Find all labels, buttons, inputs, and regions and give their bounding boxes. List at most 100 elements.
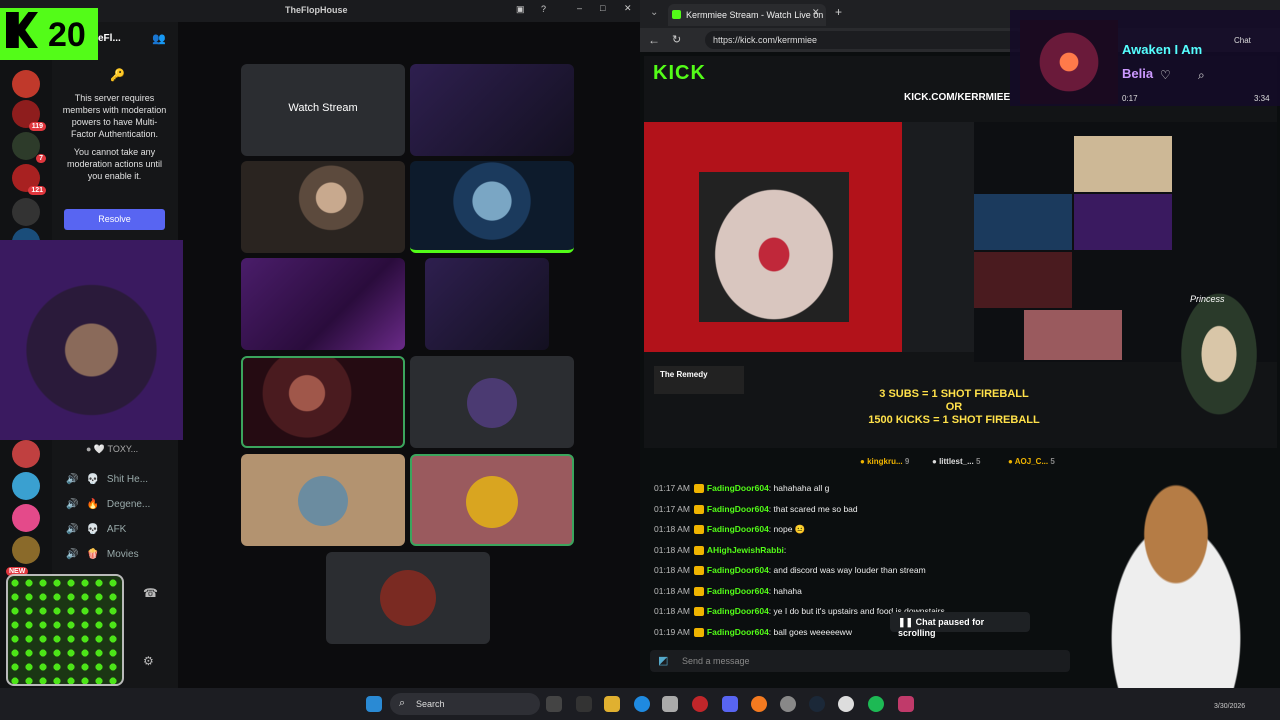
server-icon[interactable]: 7 [12, 132, 46, 163]
file-explorer-icon[interactable] [604, 696, 620, 712]
clock-date: 3/30/2026 [1214, 703, 1246, 710]
track-title: Awaken I Am [1122, 42, 1203, 57]
back-icon[interactable]: ← [648, 33, 660, 47]
resolve-button[interactable]: Resolve [64, 209, 165, 230]
kick-logo: KICK [653, 62, 706, 84]
spotify-icon[interactable] [868, 696, 884, 712]
key-icon: 🔑 [110, 68, 125, 82]
minimize-icon[interactable]: – [577, 3, 582, 13]
chat-message: 01:17 AM FadingDoor604: hahahaha all g [654, 483, 830, 494]
bear-mascot-overlay [1076, 462, 1276, 688]
voice-channel[interactable]: 🔊 💀 AFK [66, 524, 126, 535]
video-tile[interactable] [410, 356, 574, 448]
close-tab-icon[interactable]: ✕ [812, 7, 820, 18]
leader-item[interactable]: ● kingkru... 9 [860, 457, 909, 466]
video-tile[interactable] [241, 161, 405, 253]
search-icon[interactable]: ⌕ [1198, 68, 1205, 83]
track-artist: Belia [1122, 66, 1154, 81]
video-tile[interactable] [241, 258, 405, 350]
video-tile[interactable] [241, 454, 405, 546]
chat-message: 01:18 AM FadingDoor604: nope 😐 [654, 524, 806, 535]
inbox-icon[interactable]: ▣ [516, 4, 525, 15]
server-icon[interactable] [12, 504, 40, 532]
tab-kick[interactable]: Kermmiee Stream - Watch Live on K [668, 4, 826, 26]
emote-icon[interactable]: ◩ [658, 654, 668, 667]
opera-icon[interactable] [692, 696, 708, 712]
chat-paused-button[interactable]: ❚❚ Chat paused for scrolling [890, 612, 1030, 638]
steam-icon[interactable] [809, 696, 825, 712]
app-icon[interactable] [576, 696, 592, 712]
leader-item[interactable]: ● littlest_... 5 [932, 457, 980, 466]
crown-icon [693, 484, 704, 494]
server-icon[interactable] [12, 198, 40, 226]
mfa-notice: This server requires members with modera… [62, 93, 167, 181]
video-tile[interactable] [425, 258, 549, 350]
crown-icon [693, 607, 704, 617]
search-box[interactable]: ⌕ Search [390, 693, 540, 715]
chat-message: 01:19 AM FadingDoor604: ball goes weeeeew… [654, 627, 852, 638]
kick-favicon-icon [672, 10, 681, 19]
disconnect-icon[interactable]: ☎ [143, 586, 158, 600]
help-icon[interactable]: ? [541, 4, 546, 14]
video-tile[interactable] [410, 161, 574, 253]
obs-icon[interactable] [838, 696, 854, 712]
album-cover [1020, 20, 1118, 104]
discord-window: TheFlopHouse ▣ ? – □ ✕ 119 7 121 37 NEW … [0, 0, 640, 688]
firefox-icon[interactable] [751, 696, 767, 712]
app-icon[interactable] [780, 696, 796, 712]
skull-icon: 💀 [86, 524, 99, 535]
server-name[interactable]: eFl... [98, 33, 121, 44]
server-icon[interactable] [12, 70, 40, 98]
voice-user[interactable]: ● 🤍 TOXY... [86, 444, 138, 455]
voice-channel[interactable]: 🔊 💀 Shit He... [66, 474, 148, 485]
speaker-icon: 🔊 [66, 474, 79, 485]
taskbar: ⌕ Search 3/30/2026 [0, 688, 1280, 720]
window-title: TheFlopHouse [285, 5, 348, 15]
app-icon[interactable] [662, 696, 678, 712]
server-icon[interactable] [12, 440, 40, 468]
heart-icon[interactable]: ♡ [1160, 68, 1171, 82]
chat-message: 01:18 AM AHighJewishRabbi: [654, 545, 787, 556]
speaker-icon: 🔊 [66, 524, 79, 535]
video-tile[interactable] [410, 454, 574, 546]
crown-icon [693, 546, 704, 556]
settings-icon[interactable]: ⚙ [143, 654, 154, 668]
send-message-input[interactable]: ◩ Send a message [650, 650, 1070, 672]
voice-channel[interactable]: 🔊 🍿 Movies [66, 549, 139, 560]
video-tile[interactable]: Watch Stream [241, 64, 405, 156]
edge-icon[interactable] [634, 696, 650, 712]
speaker-icon: 🔊 [66, 499, 79, 510]
video-tile[interactable] [241, 356, 405, 448]
new-tab-icon[interactable]: + [835, 5, 842, 19]
leader-item[interactable]: ● AOJ_C... 5 [1008, 457, 1055, 466]
chat-button[interactable]: Chat [1234, 36, 1251, 45]
watch-stream-button[interactable]: Watch Stream [241, 102, 405, 114]
voice-channel[interactable]: 🔊 🔥 Degene... [66, 499, 150, 510]
add-member-icon[interactable]: 👥 [152, 32, 166, 45]
fire-icon: 🔥 [86, 499, 99, 510]
avatar [467, 378, 517, 428]
tab-menu-icon[interactable]: ⌄ [650, 7, 658, 18]
start-icon[interactable] [366, 696, 382, 712]
url-input[interactable]: https://kick.com/kermmiee [705, 31, 1025, 49]
avatar [380, 570, 436, 626]
app-icon[interactable] [898, 696, 914, 712]
discord-icon[interactable] [722, 696, 738, 712]
now-playing: The Remedy [654, 366, 744, 394]
reload-icon[interactable]: ↻ [672, 33, 681, 46]
video-tile[interactable] [410, 64, 574, 156]
chat-message: 01:17 AM FadingDoor604: that scared me so… [654, 504, 858, 515]
server-icon[interactable] [12, 472, 40, 500]
search-icon: ⌕ [399, 697, 406, 709]
chat-message: 01:18 AM FadingDoor604: hahaha [654, 586, 802, 597]
task-view-icon[interactable] [546, 696, 562, 712]
stream-url-banner: KICK.COM/KERRMIEE [904, 92, 1011, 103]
maximize-icon[interactable]: □ [600, 3, 605, 13]
video-tile[interactable] [326, 552, 490, 644]
stream-player[interactable]: KICK KICK.COM/KERRMIEE The Remedy 3 SUBS… [644, 56, 1277, 448]
speaker-icon: 🔊 [66, 549, 79, 560]
server-icon[interactable]: NEW [6, 536, 40, 576]
server-icon[interactable]: 121 [12, 164, 46, 195]
server-icon[interactable]: 119 [12, 100, 46, 131]
close-icon[interactable]: ✕ [624, 3, 632, 14]
